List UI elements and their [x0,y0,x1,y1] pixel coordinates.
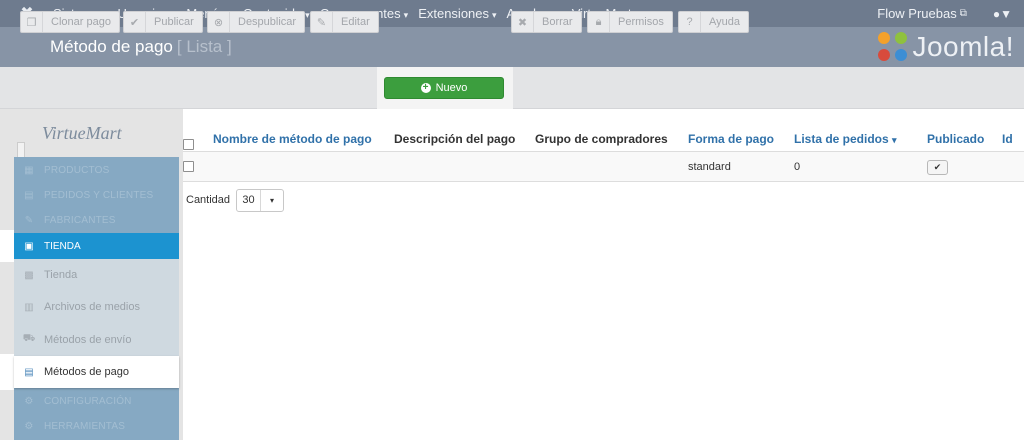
table-row: standard 0 ✔ [183,152,1024,182]
limit-label: Cantidad [186,194,231,206]
sidebar-item-fabricantes[interactable]: ✎ FABRICANTES [14,212,179,228]
user-area: Flow Pruebas ⧉ ●▼ [877,0,1012,27]
help-button[interactable]: ? Ayuda [678,11,749,33]
column-header-id[interactable]: Id [1002,132,1013,146]
sidebar-item-pedidos[interactable]: ▤ PEDIDOS Y CLIENTES [14,187,179,203]
virtuemart-logo-text: VirtueMart [42,123,122,143]
unpublish-button[interactable]: ⊗ Despublicar [207,11,306,33]
payment-icon: ▤ [24,366,34,378]
sidebar-item-label: PRODUCTOS [44,164,110,176]
menu-extensiones[interactable]: Extensiones ▾ [418,6,496,21]
joomla-logo: Joomla! [878,31,1014,63]
cell-payment-element: standard [688,161,731,173]
sidebar-item-label: Métodos de envío [44,333,132,346]
new-button[interactable]: + Nuevo [384,77,504,99]
plus-circle-icon: + [420,83,431,93]
sidebar-item-tienda[interactable]: ▩ Tienda [14,259,179,291]
sidebar-item-pago[interactable]: ▤ Métodos de pago [14,356,179,388]
column-header-payment-element[interactable]: Forma de pago [688,132,774,146]
orders-icon: ▤ [24,189,34,201]
virtuemart-logo: VirtueMart [42,123,122,144]
unpublish-label: Despublicar [238,16,297,28]
chevron-down-icon: ▾ [492,10,497,20]
permissions-label: Permisos [618,16,664,28]
copy-icon: ❐ [21,12,43,32]
store-icon: ▩ [24,269,34,281]
joomla-logo-icon [878,32,908,62]
page-title: Método de pago[ Lista ] [50,37,232,57]
delete-button[interactable]: ✖ Borrar [511,11,582,33]
published-toggle[interactable]: ✔ [927,160,948,175]
delete-label: Borrar [542,16,573,28]
sidebar-gutter [0,354,14,390]
unpublish-icon: ⊗ [208,12,230,32]
help-label: Ayuda [709,16,740,28]
chevron-down-icon: ▾ [269,196,274,205]
sidebar-item-label: TIENDA [44,240,81,252]
column-header-shopper-group: Grupo de compradores [535,132,668,146]
column-header-ordering[interactable]: Lista de pedidos ▾ [794,132,897,146]
shipment-icon: ⛟ [22,333,36,344]
limit-select[interactable]: 30 ▾ [236,189,284,212]
page-title-text: Método de pago [50,37,173,56]
lock-icon: 🔒︎ [588,12,610,32]
products-icon: ▦ [24,164,34,176]
sidebar-item-herramientas[interactable]: ⚙ HERRAMIENTAS [14,418,179,434]
menu-extensiones-label: Extensiones [418,6,490,21]
publish-button[interactable]: ✔ Publicar [123,11,203,33]
title-bar: Método de pago[ Lista ] Joomla! [0,27,1024,67]
user-icon[interactable]: ●▼ [993,7,1012,21]
new-button-label: Nuevo [435,82,468,94]
row-checkbox[interactable] [183,161,194,172]
sidebar-item-label: Tienda [44,269,78,281]
sidebar-item-label: FABRICANTES [44,214,116,226]
clone-payment-label: Clonar pago [51,16,111,28]
check-icon: ✔ [933,162,942,172]
sidebar-item-label: PEDIDOS Y CLIENTES [44,189,154,201]
site-link[interactable]: Flow Pruebas [877,6,956,21]
sidebar-item-label: Archivos de medios [44,301,140,313]
sidebar-item-label: Métodos de pago [44,366,130,378]
help-icon: ? [679,12,701,32]
sidebar-item-tienda-section[interactable]: ▣ TIENDA [14,233,179,259]
sidebar-item-label: HERRAMIENTAS [44,420,126,432]
joomla-logo-text: Joomla! [912,31,1014,62]
permissions-button[interactable]: 🔒︎ Permisos [587,11,673,33]
edit-button[interactable]: ✎ Editar [310,11,379,33]
column-header-published[interactable]: Publicado [927,132,984,146]
table-header: Nombre de método de pago Descripción del… [183,124,1024,152]
limit-value: 30 [237,190,261,211]
sidebar-item-archivos[interactable]: ▥ Archivos de medios [14,291,179,323]
config-icon: ⚙ [24,395,34,407]
sidebar-item-configuracion[interactable]: ⚙ CONFIGURACIÓN [14,393,179,409]
external-link-icon: ⧉ [959,8,967,19]
shop-icon: ▣ [24,240,34,252]
column-header-name[interactable]: Nombre de método de pago [213,132,372,146]
tools-icon: ⚙ [24,420,34,432]
manufacturers-icon: ✎ [24,214,34,226]
sidebar-item-envio[interactable]: ⛟ Métodos de envío [14,323,179,356]
sidebar-item-label: CONFIGURACIÓN [44,395,132,407]
publish-label: Publicar [154,16,194,28]
edit-icon: ✎ [311,12,333,32]
main-content: Nombre de método de pago Descripción del… [183,109,1024,440]
chevron-down-icon: ▾ [403,10,409,20]
sidebar-item-productos[interactable]: ▦ PRODUCTOS [14,162,179,178]
column-header-ordering-label: Lista de pedidos [794,132,889,146]
sidebar-gutter [0,230,14,262]
edit-label: Editar [341,16,370,28]
select-all-checkbox[interactable] [183,139,194,150]
column-header-description: Descripción del pago [394,132,516,146]
delete-icon: ✖ [512,12,534,32]
check-icon: ✔ [124,12,146,32]
media-icon: ▥ [24,301,34,313]
page-subtitle: [ Lista ] [176,37,232,56]
clone-payment-button[interactable]: ❐ Clonar pago [20,11,120,33]
cell-ordering: 0 [794,161,801,173]
sort-down-icon: ▾ [892,135,897,145]
